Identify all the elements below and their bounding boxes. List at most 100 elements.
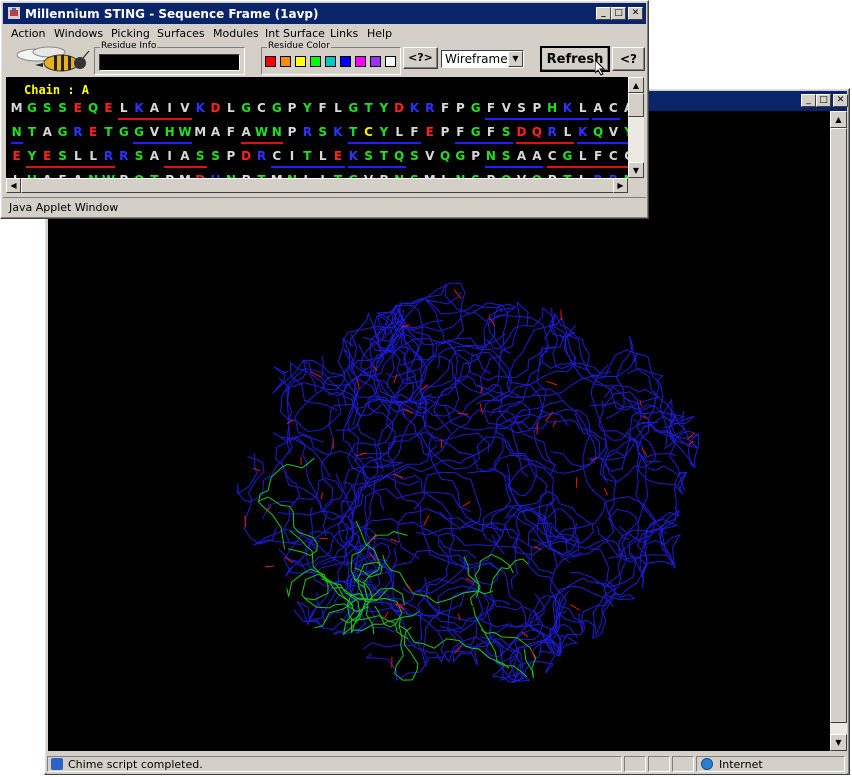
residue[interactable]: N <box>9 125 24 139</box>
color-swatch[interactable] <box>355 56 366 67</box>
residue[interactable]: G <box>560 149 575 163</box>
chevron-down-icon[interactable]: ▼ <box>508 51 523 67</box>
residue[interactable]: A <box>621 101 628 115</box>
residue[interactable]: Y <box>300 101 315 115</box>
residue[interactable]: C <box>361 125 376 139</box>
residue[interactable]: S <box>55 149 70 163</box>
residue[interactable]: T <box>361 101 376 115</box>
residue[interactable]: G <box>24 101 39 115</box>
residue[interactable]: A <box>239 125 254 139</box>
scroll-down-arrow-icon[interactable]: ▼ <box>830 734 847 751</box>
residue[interactable]: L <box>575 101 590 115</box>
viewer-close-button[interactable]: ✕ <box>833 94 848 107</box>
color-swatch[interactable] <box>310 56 321 67</box>
residue[interactable]: L <box>315 149 330 163</box>
residue[interactable]: D <box>392 101 407 115</box>
residue[interactable]: F <box>590 149 605 163</box>
residue[interactable]: Y <box>24 149 39 163</box>
residue[interactable]: A <box>208 125 223 139</box>
residue[interactable]: G <box>468 101 483 115</box>
scroll-thumb[interactable] <box>628 93 644 117</box>
residue[interactable]: P <box>529 101 544 115</box>
residue[interactable]: V <box>499 101 514 115</box>
residue[interactable]: S <box>514 101 529 115</box>
residue[interactable]: I <box>162 101 177 115</box>
residue[interactable]: F <box>483 101 498 115</box>
residue[interactable]: K <box>131 101 146 115</box>
residue[interactable]: C <box>621 149 628 163</box>
residue[interactable]: H <box>545 101 560 115</box>
residue[interactable]: K <box>407 101 422 115</box>
residue[interactable]: A <box>177 149 192 163</box>
residue[interactable]: F <box>407 125 422 139</box>
residue[interactable]: W <box>177 125 192 139</box>
residue[interactable]: T <box>101 125 116 139</box>
scroll-down-arrow-icon[interactable]: ▼ <box>628 162 644 178</box>
residue[interactable]: E <box>86 125 101 139</box>
residue[interactable]: R <box>300 125 315 139</box>
residue[interactable]: A <box>529 149 544 163</box>
residue[interactable]: S <box>499 125 514 139</box>
residue[interactable]: L <box>560 125 575 139</box>
viewer-maximize-button[interactable]: □ <box>816 94 831 107</box>
residue[interactable]: N <box>483 149 498 163</box>
scroll-right-arrow-icon[interactable]: ▶ <box>613 178 628 193</box>
residue[interactable]: C <box>545 149 560 163</box>
sequence-vertical-scrollbar[interactable]: ▲ ▼ <box>628 77 644 178</box>
residue[interactable]: V <box>606 125 621 139</box>
residue[interactable]: L <box>116 101 131 115</box>
residue[interactable]: R <box>70 125 85 139</box>
residue[interactable]: K <box>575 125 590 139</box>
scroll-up-arrow-icon[interactable]: ▲ <box>628 77 644 93</box>
residue[interactable]: E <box>330 149 345 163</box>
residue[interactable]: P <box>284 125 299 139</box>
residue[interactable]: G <box>239 101 254 115</box>
scroll-thumb[interactable] <box>21 178 615 193</box>
residue[interactable]: Q <box>590 125 605 139</box>
residue[interactable]: S <box>40 101 55 115</box>
viewer-vertical-scrollbar[interactable]: ▲ ▼ <box>830 111 847 751</box>
residue[interactable]: L <box>86 149 101 163</box>
residue[interactable]: H <box>162 125 177 139</box>
close-button[interactable]: ✕ <box>628 7 643 20</box>
residue[interactable]: M <box>9 101 24 115</box>
help-button[interactable]: <?> <box>403 47 438 69</box>
color-swatch[interactable] <box>325 56 336 67</box>
residue[interactable]: K <box>346 149 361 163</box>
minimize-button[interactable]: _ <box>596 7 611 20</box>
residue[interactable]: G <box>269 101 284 115</box>
residue[interactable]: K <box>330 125 345 139</box>
residue[interactable]: R <box>422 101 437 115</box>
scroll-thumb[interactable] <box>830 128 847 723</box>
residue[interactable]: Q <box>529 125 544 139</box>
sequence-titlebar[interactable]: Millennium STING - Sequence Frame (1avp)… <box>3 3 646 24</box>
color-swatch[interactable] <box>295 56 306 67</box>
residue[interactable]: T <box>24 125 39 139</box>
residue[interactable]: V <box>422 149 437 163</box>
sequence-horizontal-scrollbar[interactable]: ◀ ▶ <box>6 178 628 193</box>
residue[interactable]: Q <box>392 149 407 163</box>
residue[interactable]: V <box>147 125 162 139</box>
residue[interactable]: S <box>131 149 146 163</box>
residue[interactable]: Y <box>376 125 391 139</box>
menu-modules[interactable]: Modules <box>213 27 259 40</box>
color-swatch[interactable] <box>370 56 381 67</box>
render-mode-select[interactable]: Wireframe ▼ <box>441 50 524 68</box>
residue[interactable]: Y <box>376 101 391 115</box>
residue[interactable]: T <box>376 149 391 163</box>
menu-int-surface[interactable]: Int Surface <box>265 27 325 40</box>
residue[interactable]: R <box>101 149 116 163</box>
menu-help[interactable]: Help <box>367 27 392 40</box>
residue[interactable]: Y <box>621 125 628 139</box>
menu-action[interactable]: Action <box>11 27 45 40</box>
residue[interactable]: S <box>193 149 208 163</box>
residue[interactable]: D <box>239 149 254 163</box>
residue[interactable]: C <box>606 101 621 115</box>
residue[interactable]: K <box>193 101 208 115</box>
color-swatch[interactable] <box>265 56 276 67</box>
residue[interactable]: A <box>590 101 605 115</box>
residue[interactable]: G <box>346 101 361 115</box>
scroll-left-arrow-icon[interactable]: ◀ <box>6 178 21 193</box>
residue[interactable]: Q <box>437 149 452 163</box>
residue[interactable]: S <box>361 149 376 163</box>
